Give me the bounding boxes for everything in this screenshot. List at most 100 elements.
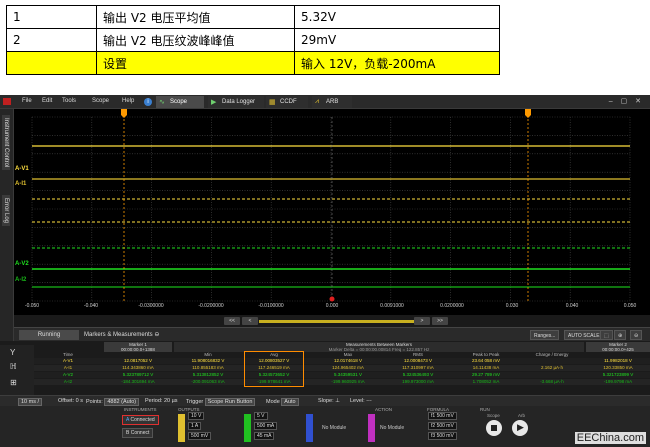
x-tick: -0.050	[24, 303, 40, 309]
meas-cell-max: -199.960925 mA	[331, 379, 365, 384]
formula-f2-select[interactable]: f2 500 mV	[428, 422, 457, 430]
plot-grid	[31, 116, 631, 302]
slope-select[interactable]: Slope: ⊥	[318, 398, 340, 404]
f1-badge-icon: f1	[431, 413, 436, 419]
step-right-button[interactable]: >	[414, 317, 430, 325]
marker1-time: 00:00:00.0+1388	[104, 347, 172, 352]
tab-ccdf[interactable]: ▦ CCDF	[266, 96, 308, 108]
menu-scope[interactable]: Scope	[92, 98, 109, 104]
instrument-b-icon: B	[126, 430, 130, 436]
ch2-volts-select[interactable]: 5 V	[254, 412, 268, 420]
f2-badge-icon: f2	[431, 423, 436, 429]
points-field[interactable]: Points: 4882 (Auto)	[86, 398, 140, 406]
measurements-bar: Running Markers & Measurements ⊖ Ranges.…	[14, 327, 650, 341]
column-header: Charge / Energy	[535, 352, 569, 357]
menu-edit[interactable]: Edit	[42, 98, 52, 104]
meas-cell-max: 5.34359531 V	[333, 372, 363, 377]
scroll-right-button[interactable]: >>	[432, 317, 448, 325]
marker-tool-icon[interactable]: Y	[10, 348, 15, 357]
timebase-select[interactable]: 10 ms /	[18, 398, 43, 406]
ch1-amps-select[interactable]: 1 A	[188, 422, 202, 430]
zoom-box-icon[interactable]: ⬚	[600, 330, 613, 340]
zoom-in-icon[interactable]: ⊕	[614, 330, 627, 340]
scope-stop-button[interactable]	[486, 420, 502, 436]
rising-edge-icon: ⊥	[335, 398, 340, 404]
ch2-amps-select[interactable]: 500 mA	[254, 422, 278, 430]
scroll-left-button[interactable]: <<	[224, 317, 240, 325]
tab-data-logger[interactable]: ▶ Data Logger	[208, 96, 264, 108]
row-id: 2	[6, 28, 97, 52]
trigger-label: Trigger	[186, 399, 204, 405]
x-tick: -0.0300000	[138, 303, 164, 309]
step-left-button[interactable]: <	[242, 317, 258, 325]
column-header: Time	[63, 352, 73, 357]
dropdown-circle-icon[interactable]: ⊖	[154, 332, 159, 338]
table-row: 1 输出 V2 电压平均值 5.32V	[6, 5, 500, 29]
meas-cell-m2: -199.9798 mA	[603, 379, 633, 384]
window-controls[interactable]: – ▢ ✕	[609, 97, 644, 105]
row-item: 输出 V2 电压平均值	[96, 5, 295, 29]
ranges-button[interactable]: Ranges...	[530, 330, 560, 340]
help-info-icon[interactable]: i	[144, 98, 152, 106]
f3-badge-icon: f3	[431, 433, 436, 439]
channel-3-chip[interactable]	[306, 414, 313, 442]
x-tick: 0.0091000	[380, 303, 404, 309]
meas-cell-rms: 12.0008473 V	[403, 358, 433, 363]
ch1-meas-select[interactable]: 500 mV	[188, 432, 212, 440]
period-readout: Period: 20 µs	[145, 398, 178, 404]
meas-cell-pp: 29.27 789 mV	[471, 372, 501, 377]
channel-4-chip[interactable]	[368, 414, 375, 442]
marker2-time: 00:00:00.0+425	[586, 347, 650, 352]
side-tab-instrument-control[interactable]: Instrument Control	[2, 115, 10, 171]
ch1-volts-select[interactable]: 10 V	[188, 412, 205, 420]
markers-measurements-title[interactable]: Markers & Measurements ⊖	[84, 331, 159, 338]
row-channel-name: A-I1	[63, 365, 73, 370]
trigger-select[interactable]: Trigger Scope Run Button	[186, 398, 256, 406]
autoscale-button[interactable]: AUTO SCALE	[564, 330, 604, 340]
instrument-b-connect-button[interactable]: B Connect	[122, 428, 154, 438]
scope-run-label: Scope	[487, 413, 500, 418]
meas-cell-m1: 114.343860 mA	[122, 365, 154, 370]
row-item: 设置	[96, 51, 295, 75]
timeline-track[interactable]	[259, 320, 427, 323]
scope-trace-svg[interactable]	[14, 109, 650, 317]
column-header: Peak to Peak	[472, 352, 500, 357]
connected-label: Connected	[130, 417, 155, 423]
mode-select[interactable]: Mode Auto	[266, 398, 299, 406]
meas-cell-m2: 120.33850 mA	[603, 365, 633, 370]
instrument-a-connected-button[interactable]: A Connected	[122, 415, 159, 425]
zoom-out-icon[interactable]: ⊖	[630, 330, 643, 340]
delta-tool-icon[interactable]: ℍ	[10, 362, 17, 371]
measurements-panel: Y ℍ ⊞ Marker 1 00:00:00.0+1388 Measureme…	[0, 341, 650, 395]
menu-tools[interactable]: Tools	[62, 98, 76, 104]
menu-file[interactable]: File	[22, 98, 32, 104]
plot-markers[interactable]	[121, 109, 531, 302]
menu-help[interactable]: Help	[122, 98, 134, 104]
formula-f3-select[interactable]: f3 500 mV	[428, 432, 457, 440]
meas-cell-max: 12.0174618 V	[333, 358, 363, 363]
instrument-a-icon: A	[126, 417, 130, 423]
cursor-tool-icon[interactable]: ⊞	[10, 378, 17, 387]
connect-label: Connect	[130, 430, 150, 436]
scope-wave-icon: ∿	[159, 99, 165, 106]
ch2-meas-select[interactable]: 45 mA	[254, 432, 275, 440]
measurements-table: Marker 1 00:00:00.0+1388 Measurements Be…	[34, 341, 650, 395]
play-icon: ▶	[211, 99, 217, 106]
arb-play-button[interactable]: ▶	[512, 420, 528, 436]
running-indicator[interactable]: Running	[19, 330, 79, 340]
tab-arb[interactable]: ⩘ ARB	[312, 96, 352, 108]
channel-2-chip[interactable]	[244, 414, 251, 442]
table-row: 2 输出 V2 电压纹波峰峰值 29mV	[6, 28, 500, 52]
side-tab-error-log[interactable]: Error Log	[2, 195, 10, 227]
meas-cell-min: -200.091063 mA	[191, 379, 225, 384]
channel-3-status: No Module	[322, 425, 347, 431]
left-sidebar: Instrument Control Error Log	[0, 109, 14, 341]
f3-value: 500 mV	[436, 433, 454, 439]
meas-cell-m1: 5.323789712 V	[122, 372, 154, 377]
formula-f1-select[interactable]: f1 500 mV	[428, 412, 457, 420]
tab-scope[interactable]: ∿ Scope	[156, 96, 204, 108]
channel-label-v2: A-V2	[15, 261, 29, 267]
channel-1-chip[interactable]	[178, 414, 185, 442]
title-text: Markers & Measurements	[84, 332, 153, 338]
scope-plot[interactable]: A-V1 A-I1 A-V2 A-I2	[14, 109, 650, 317]
